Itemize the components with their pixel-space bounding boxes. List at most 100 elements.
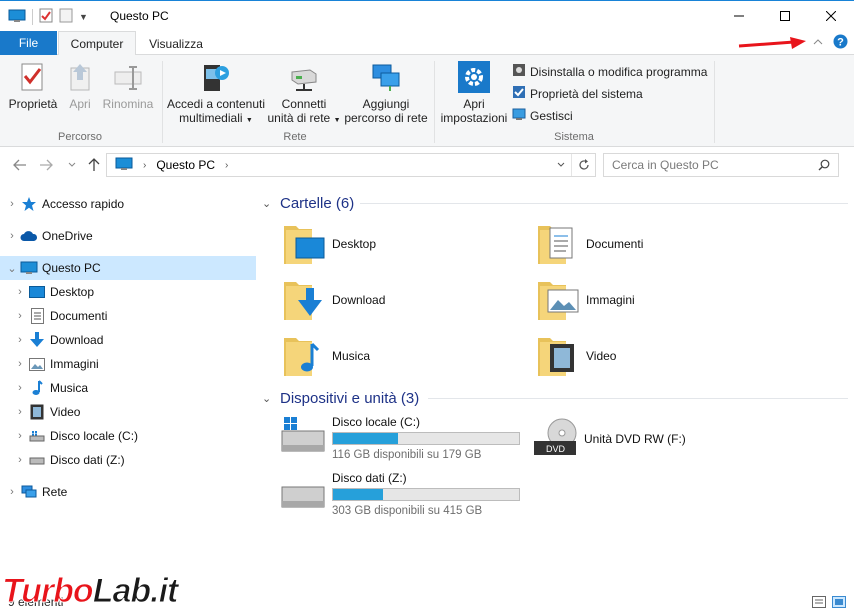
help-icon[interactable]: ? bbox=[833, 34, 848, 52]
large-icons-view-icon[interactable] bbox=[832, 596, 846, 611]
rename-button[interactable]: Rinomina bbox=[100, 59, 156, 111]
tab-file[interactable]: File bbox=[0, 31, 57, 55]
search-input[interactable] bbox=[604, 158, 804, 172]
breadcrumb-separator-icon[interactable]: › bbox=[143, 160, 146, 171]
expand-chevron-icon[interactable]: › bbox=[12, 430, 28, 442]
folder-pictures[interactable]: Immagini bbox=[536, 276, 635, 324]
open-settings-button[interactable]: Apri impostazioni bbox=[438, 59, 510, 125]
back-button[interactable] bbox=[10, 155, 30, 175]
nav-item-documents[interactable]: › Documenti bbox=[0, 304, 256, 328]
folder-downloads[interactable]: Download bbox=[282, 276, 385, 324]
maximize-button[interactable] bbox=[762, 1, 808, 31]
nav-item-data-disk[interactable]: › Disco dati (Z:) bbox=[0, 448, 256, 472]
expand-chevron-icon[interactable]: › bbox=[12, 286, 28, 298]
tab-view[interactable]: Visualizza bbox=[140, 31, 212, 56]
folder-desktop[interactable]: Desktop bbox=[282, 220, 376, 268]
folder-label: Immagini bbox=[586, 293, 635, 307]
details-view-icon[interactable] bbox=[812, 596, 826, 611]
folder-documents[interactable]: Documenti bbox=[536, 220, 643, 268]
collapse-chevron-icon[interactable]: ⌄ bbox=[262, 197, 280, 210]
pictures-folder-icon bbox=[536, 276, 580, 324]
network-icon bbox=[20, 484, 38, 500]
recent-locations-icon[interactable] bbox=[62, 155, 82, 175]
nav-item-local-disk[interactable]: › Disco locale (C:) bbox=[0, 424, 256, 448]
map-drive-label-2: unità di rete bbox=[267, 111, 331, 125]
system-drive-icon bbox=[28, 428, 46, 444]
breadcrumb-separator-icon[interactable]: › bbox=[225, 160, 228, 171]
drive-usage-bar bbox=[332, 488, 520, 501]
watermark-part2: Lab.it bbox=[92, 572, 179, 611]
watermark-part1: Turbo bbox=[2, 572, 95, 611]
nav-item-music[interactable]: › Musica bbox=[0, 376, 256, 400]
downloads-folder-icon bbox=[282, 276, 326, 324]
open-button[interactable]: Apri bbox=[62, 59, 98, 111]
uninstall-icon bbox=[512, 63, 526, 80]
expand-chevron-icon[interactable]: › bbox=[12, 454, 28, 466]
up-button[interactable] bbox=[84, 155, 104, 175]
nav-item-onedrive[interactable]: › OneDrive bbox=[0, 224, 256, 248]
devices-section-header[interactable]: ⌄ Dispositivi e unità (3) bbox=[262, 387, 419, 409]
nav-item-videos[interactable]: › Video bbox=[0, 400, 256, 424]
expand-chevron-icon[interactable]: › bbox=[12, 334, 28, 346]
settings-label-2: impostazioni bbox=[440, 111, 508, 125]
nav-item-pictures[interactable]: › Immagini bbox=[0, 352, 256, 376]
map-drive-label-1: Connetti bbox=[281, 97, 327, 111]
ribbon-separator bbox=[714, 61, 715, 143]
map-network-drive-button[interactable]: Connetti unità di rete ▼ bbox=[266, 59, 342, 128]
properties-icon bbox=[16, 59, 50, 95]
breadcrumb-this-pc[interactable]: Questo PC bbox=[156, 158, 215, 172]
uninstall-program-button[interactable]: Disinstalla o modifica programma bbox=[512, 63, 707, 80]
search-box[interactable] bbox=[603, 153, 839, 177]
nav-label: Documenti bbox=[50, 309, 108, 323]
nav-item-network[interactable]: › Rete bbox=[0, 480, 256, 504]
expand-chevron-icon[interactable]: › bbox=[4, 198, 20, 210]
expand-chevron-icon[interactable]: › bbox=[4, 486, 20, 498]
settings-gear-icon bbox=[457, 59, 491, 95]
access-media-button[interactable]: Accedi a contenuti multimediali ▼ bbox=[166, 59, 266, 128]
tab-computer[interactable]: Computer bbox=[58, 31, 136, 56]
new-folder-qat-icon[interactable] bbox=[59, 8, 73, 26]
nav-label: Questo PC bbox=[42, 261, 101, 275]
drive-dvd-f[interactable]: DVD Unità DVD RW (F:) bbox=[532, 417, 686, 461]
nav-item-downloads[interactable]: › Download bbox=[0, 328, 256, 352]
properties-button[interactable]: Proprietà bbox=[6, 59, 60, 111]
manage-button[interactable]: Gestisci bbox=[512, 107, 573, 124]
expand-chevron-icon[interactable]: › bbox=[12, 358, 28, 370]
minimize-button[interactable] bbox=[716, 1, 762, 31]
address-bar[interactable]: › Questo PC › bbox=[106, 153, 596, 177]
ribbon-separator bbox=[434, 61, 435, 143]
drive-local-c[interactable]: Disco locale (C:) 116 GB disponibili su … bbox=[280, 415, 520, 461]
nav-item-this-pc[interactable]: ⌄ Questo PC bbox=[0, 256, 256, 280]
close-button[interactable] bbox=[808, 1, 854, 31]
folder-music[interactable]: Musica bbox=[282, 332, 370, 380]
folder-videos[interactable]: Video bbox=[536, 332, 616, 380]
computer-icon bbox=[20, 260, 38, 276]
properties-qat-icon[interactable] bbox=[39, 8, 53, 26]
address-dropdown-icon[interactable] bbox=[551, 154, 571, 176]
document-icon bbox=[28, 308, 46, 324]
desktop-folder-icon bbox=[282, 220, 326, 268]
add-location-label-2: percorso di rete bbox=[344, 111, 428, 125]
collapse-ribbon-icon[interactable] bbox=[813, 37, 823, 49]
expand-chevron-icon[interactable]: › bbox=[12, 310, 28, 322]
collapse-chevron-icon[interactable]: ⌄ bbox=[262, 392, 280, 405]
system-properties-button[interactable]: Proprietà del sistema bbox=[512, 85, 643, 102]
uninstall-label: Disinstalla o modifica programma bbox=[530, 64, 708, 79]
drive-data-z[interactable]: Disco dati (Z:) 303 GB disponibili su 41… bbox=[280, 471, 520, 517]
expand-chevron-icon[interactable]: › bbox=[12, 382, 28, 394]
add-network-location-button[interactable]: Aggiungi percorso di rete bbox=[342, 59, 430, 125]
navigation-bar: › Questo PC › bbox=[0, 147, 854, 183]
folder-label: Video bbox=[586, 349, 617, 363]
refresh-button[interactable] bbox=[571, 154, 595, 176]
nav-item-desktop[interactable]: › Desktop bbox=[0, 280, 256, 304]
rename-label: Rinomina bbox=[102, 97, 154, 111]
forward-button[interactable] bbox=[36, 155, 56, 175]
expand-chevron-icon[interactable]: › bbox=[12, 406, 28, 418]
collapse-chevron-icon[interactable]: ⌄ bbox=[4, 262, 20, 275]
folders-section-header[interactable]: ⌄ Cartelle (6) bbox=[262, 192, 354, 214]
search-icon[interactable] bbox=[818, 159, 830, 174]
qat-dropdown-icon[interactable]: ▼ bbox=[79, 12, 88, 22]
nav-label: Desktop bbox=[50, 285, 95, 299]
nav-item-quick-access[interactable]: › Accesso rapido bbox=[0, 192, 256, 216]
expand-chevron-icon[interactable]: › bbox=[4, 230, 20, 242]
